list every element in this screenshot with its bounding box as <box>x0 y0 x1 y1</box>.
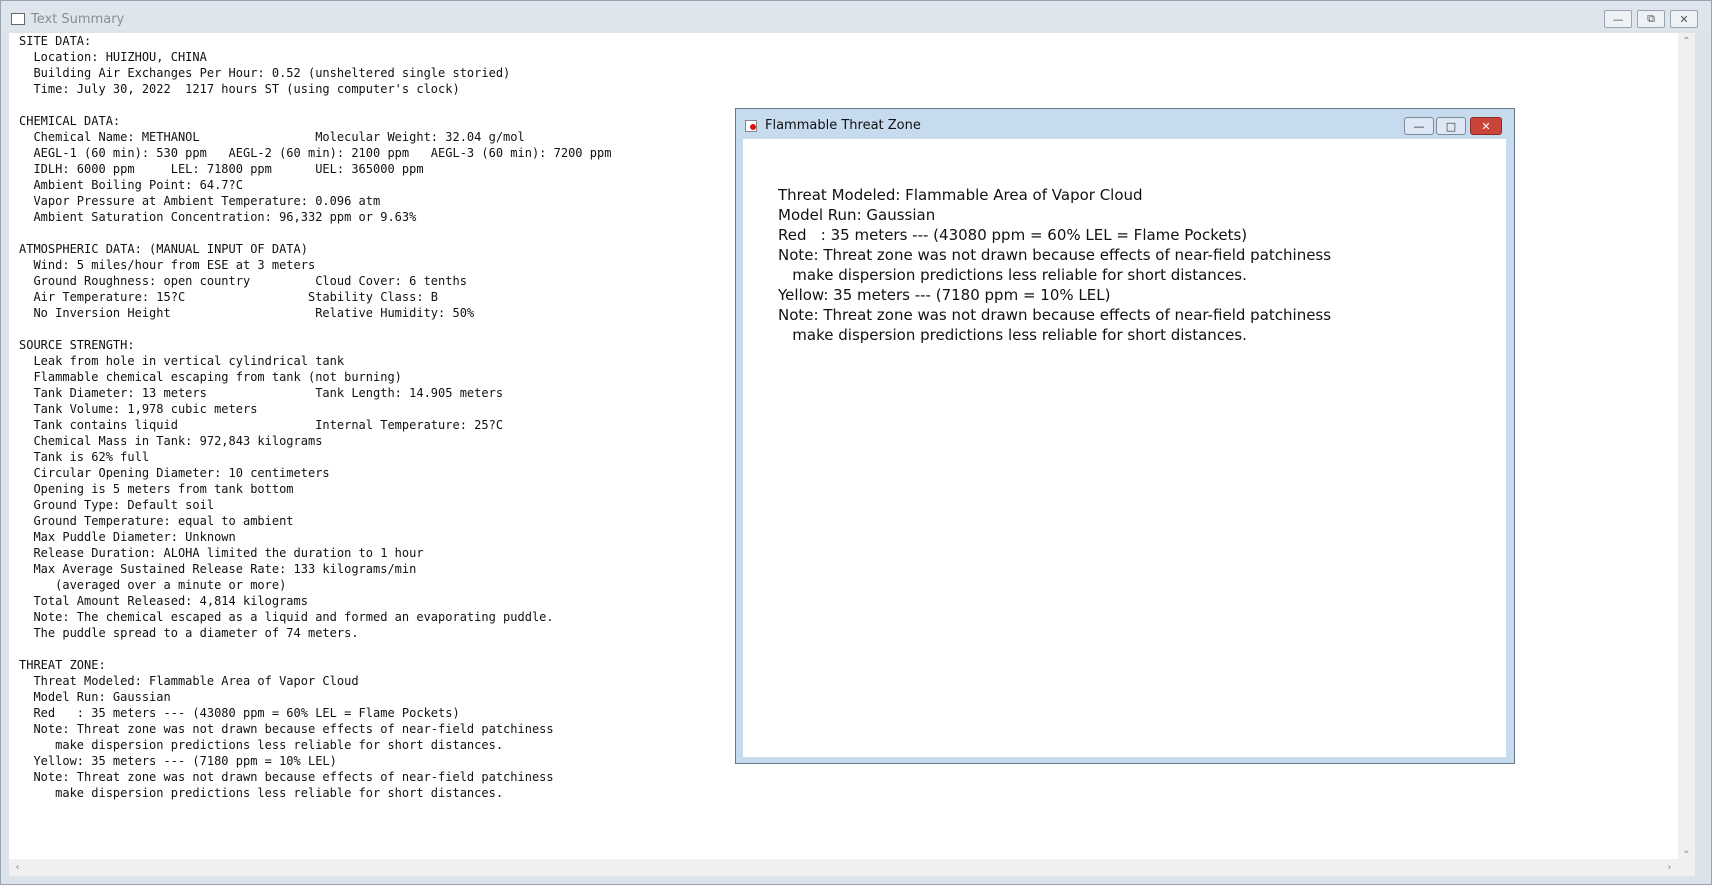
summary-line: No Inversion Height Relative Humidity: 5… <box>19 306 475 320</box>
summary-line: Ground Type: Default soil <box>19 498 215 512</box>
popup-close-button[interactable]: ✕ <box>1470 117 1502 135</box>
summary-line <box>19 641 611 657</box>
horizontal-scrollbar[interactable]: ‹ › <box>9 859 1695 876</box>
summary-line: Model Run: Gaussian <box>19 690 171 704</box>
scroll-left-icon[interactable]: ‹ <box>9 859 26 876</box>
flammable-threat-zone-window: Flammable Threat Zone — □ ✕ Threat Model… <box>735 108 1515 764</box>
summary-line: Chemical Name: METHANOL Molecular Weight… <box>19 130 525 144</box>
window-titlebar[interactable]: Text Summary — ⧉ ✕ <box>1 1 1711 31</box>
summary-line <box>19 321 611 337</box>
summary-line: Yellow: 35 meters --- (7180 ppm = 10% LE… <box>19 754 337 768</box>
summary-line: SOURCE STRENGTH: <box>19 338 135 352</box>
threat-zone-line: Red : 35 meters --- (43080 ppm = 60% LEL… <box>778 226 1248 244</box>
threat-zone-line: Yellow: 35 meters --- (7180 ppm = 10% LE… <box>778 286 1111 304</box>
scroll-down-icon[interactable]: ⌄ <box>1678 842 1695 859</box>
window-title: Text Summary <box>31 12 125 27</box>
summary-line: Max Average Sustained Release Rate: 133 … <box>19 562 417 576</box>
popup-text: Threat Modeled: Flammable Area of Vapor … <box>778 185 1331 345</box>
summary-line: Leak from hole in vertical cylindrical t… <box>19 354 345 368</box>
vertical-scrollbar[interactable]: ⌃ ⌄ <box>1678 33 1695 859</box>
summary-line: Vapor Pressure at Ambient Temperature: 0… <box>19 194 381 208</box>
summary-line <box>19 225 611 241</box>
summary-line <box>19 97 611 113</box>
close-button[interactable]: ✕ <box>1670 10 1698 28</box>
summary-line: Location: HUIZHOU, CHINA <box>19 50 207 64</box>
summary-line: Ground Roughness: open country Cloud Cov… <box>19 274 467 288</box>
minimize-button[interactable]: — <box>1604 10 1632 28</box>
threat-zone-line: make dispersion predictions less reliabl… <box>778 326 1247 344</box>
summary-line: Tank is 62% full <box>19 450 150 464</box>
summary-line: Total Amount Released: 4,814 kilograms <box>19 594 308 608</box>
popup-minimize-button[interactable]: — <box>1404 117 1434 135</box>
threat-zone-line: Model Run: Gaussian <box>778 206 936 224</box>
summary-line: Note: The chemical escaped as a liquid a… <box>19 610 554 624</box>
summary-line: Red : 35 meters --- (43080 ppm = 60% LEL… <box>19 706 460 720</box>
summary-line: Note: Threat zone was not drawn because … <box>19 770 554 784</box>
summary-line: (averaged over a minute or more) <box>19 578 287 592</box>
summary-line: Wind: 5 miles/hour from ESE at 3 meters <box>19 258 316 272</box>
popup-titlebar[interactable]: Flammable Threat Zone — □ ✕ <box>736 109 1514 139</box>
summary-line: Tank Volume: 1,978 cubic meters <box>19 402 258 416</box>
summary-line: Opening is 5 meters from tank bottom <box>19 482 294 496</box>
summary-line: Tank contains liquid Internal Temperatur… <box>19 418 504 432</box>
summary-line: Threat Modeled: Flammable Area of Vapor … <box>19 674 359 688</box>
summary-line: Building Air Exchanges Per Hour: 0.52 (u… <box>19 66 511 80</box>
threat-zone-line: Note: Threat zone was not drawn because … <box>778 306 1332 324</box>
summary-line: The puddle spread to a diameter of 74 me… <box>19 626 359 640</box>
maximize-button[interactable]: ⧉ <box>1637 10 1665 28</box>
maximize-icon: □ <box>1445 119 1457 133</box>
minimize-icon: — <box>1612 12 1624 26</box>
threat-zone-line: Note: Threat zone was not drawn because … <box>778 246 1332 264</box>
summary-line: Circular Opening Diameter: 10 centimeter… <box>19 466 330 480</box>
summary-line: make dispersion predictions less reliabl… <box>19 738 504 752</box>
summary-line: AEGL-1 (60 min): 530 ppm AEGL-2 (60 min)… <box>19 146 612 160</box>
app-icon[interactable] <box>11 13 25 25</box>
summary-line: Ambient Boiling Point: 64.7?C <box>19 178 243 192</box>
summary-line: Air Temperature: 15?C Stability Class: B <box>19 290 439 304</box>
summary-line: THREAT ZONE: <box>19 658 106 672</box>
summary-line: make dispersion predictions less reliabl… <box>19 786 504 800</box>
popup-title: Flammable Threat Zone <box>765 118 921 133</box>
close-icon: ✕ <box>1481 119 1491 133</box>
summary-line: Note: Threat zone was not drawn because … <box>19 722 554 736</box>
popup-content: Threat Modeled: Flammable Area of Vapor … <box>743 139 1506 757</box>
summary-line: Chemical Mass in Tank: 972,843 kilograms <box>19 434 323 448</box>
threat-zone-icon[interactable] <box>745 120 757 132</box>
threat-zone-line: make dispersion predictions less reliabl… <box>778 266 1247 284</box>
summary-line: Ambient Saturation Concentration: 96,332… <box>19 210 417 224</box>
summary-line: Tank Diameter: 13 meters Tank Length: 14… <box>19 386 504 400</box>
scroll-up-icon[interactable]: ⌃ <box>1678 33 1695 50</box>
summary-line: Ground Temperature: equal to ambient <box>19 514 294 528</box>
scroll-right-icon[interactable]: › <box>1661 859 1678 876</box>
maximize-icon: ⧉ <box>1647 12 1655 25</box>
summary-line: Time: July 30, 2022 1217 hours ST (using… <box>19 82 460 96</box>
summary-line: ATMOSPHERIC DATA: (MANUAL INPUT OF DATA) <box>19 242 308 256</box>
summary-line: Flammable chemical escaping from tank (n… <box>19 370 402 384</box>
popup-maximize-button[interactable]: □ <box>1436 117 1466 135</box>
summary-line: IDLH: 6000 ppm LEL: 71800 ppm UEL: 36500… <box>19 162 424 176</box>
summary-text: SITE DATA: Location: HUIZHOU, CHINA Buil… <box>19 33 611 801</box>
summary-line: Max Puddle Diameter: Unknown <box>19 530 236 544</box>
minimize-icon: — <box>1413 119 1425 133</box>
summary-line: SITE DATA: <box>19 34 92 48</box>
summary-line: Release Duration: ALOHA limited the dura… <box>19 546 424 560</box>
summary-line: CHEMICAL DATA: <box>19 114 121 128</box>
close-icon: ✕ <box>1679 12 1689 26</box>
threat-zone-line: Threat Modeled: Flammable Area of Vapor … <box>778 186 1143 204</box>
